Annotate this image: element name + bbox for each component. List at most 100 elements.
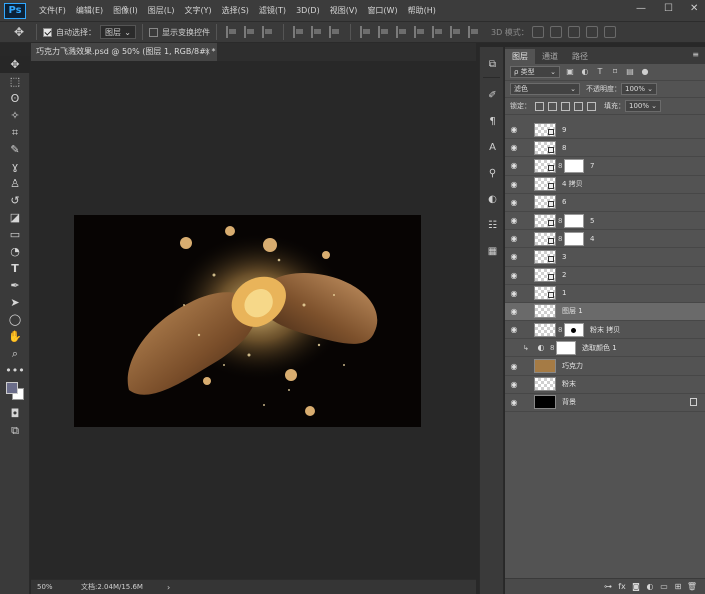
type-tool-icon[interactable]: T xyxy=(0,260,30,277)
menu-help[interactable]: 帮助(H) xyxy=(403,5,441,16)
layer-row[interactable]: ◉ 6 xyxy=(505,194,705,212)
eraser-tool-icon[interactable]: ◪ xyxy=(0,209,30,226)
adjustments-panel-icon[interactable]: ◐ xyxy=(480,190,505,208)
3d-pan-icon[interactable] xyxy=(567,26,580,38)
distribute-top-icon[interactable] xyxy=(360,26,372,38)
zoom-tool-icon[interactable]: ⌕ xyxy=(0,345,30,362)
filter-pixel-icon[interactable]: ▣ xyxy=(565,67,575,77)
layer-mask-thumbnail[interactable] xyxy=(564,231,584,246)
align-top-icon[interactable] xyxy=(226,26,238,38)
layer-row[interactable]: ↳ ◐ 8 选取颜色 1 xyxy=(505,339,705,358)
layer-row[interactable]: ◉ 1 xyxy=(505,285,705,303)
dodge-tool-icon[interactable]: ◔ xyxy=(0,243,30,260)
layer-mask-thumbnail[interactable] xyxy=(564,158,584,173)
eyedropper-tool-icon[interactable]: ✎ xyxy=(0,141,30,158)
properties-panel-icon[interactable]: ⚲ xyxy=(480,164,505,182)
layer-thumbnail[interactable] xyxy=(534,177,556,192)
tab-channels[interactable]: 通道 xyxy=(535,49,565,64)
align-bottom-icon[interactable] xyxy=(262,26,274,38)
align-left-icon[interactable] xyxy=(293,26,305,38)
menu-3d[interactable]: 3D(D) xyxy=(291,6,325,15)
history-brush-tool-icon[interactable]: ↺ xyxy=(0,192,30,209)
layer-row[interactable]: ◉ 8 粉末 拷贝 xyxy=(505,321,705,340)
adjustment-layer-icon[interactable]: ◐ xyxy=(534,341,548,355)
fx-icon[interactable]: fx xyxy=(615,582,629,591)
paragraph-panel-icon[interactable]: ¶ xyxy=(480,112,505,130)
layer-name[interactable]: 粉末 拷贝 xyxy=(590,325,620,335)
link-icon[interactable]: ⊶ xyxy=(601,582,615,591)
visibility-eye-icon[interactable]: ◉ xyxy=(505,362,523,371)
lasso-tool-icon[interactable]: ʘ xyxy=(0,90,30,107)
menu-edit[interactable]: 编辑(E) xyxy=(71,5,108,16)
layer-thumbnail[interactable] xyxy=(534,231,556,246)
layer-thumbnail[interactable] xyxy=(534,249,556,264)
layer-thumbnail[interactable] xyxy=(534,268,556,283)
visibility-eye-icon[interactable]: ◉ xyxy=(505,143,523,152)
3d-rotate-icon[interactable] xyxy=(531,26,544,38)
blend-mode-dropdown[interactable]: 滤色 ⌄ xyxy=(510,83,580,95)
add-mask-icon[interactable]: ◙ xyxy=(629,582,643,591)
layer-name[interactable]: 巧克力 xyxy=(562,361,583,371)
align-hcenter-icon[interactable] xyxy=(311,26,323,38)
magic-wand-tool-icon[interactable]: ✧ xyxy=(0,107,30,124)
layer-row[interactable]: ◉ 背景 xyxy=(505,394,705,412)
quick-mask-icon[interactable]: ◘ xyxy=(0,405,30,422)
layer-mask-thumbnail[interactable] xyxy=(556,340,576,355)
align-vcenter-icon[interactable] xyxy=(244,26,256,38)
align-right-icon[interactable] xyxy=(329,26,341,38)
opacity-input[interactable]: 100% ⌄ xyxy=(621,83,657,95)
layer-mask-thumbnail[interactable] xyxy=(564,213,584,228)
visibility-eye-icon[interactable]: ◉ xyxy=(505,271,523,280)
layer-name[interactable]: 6 xyxy=(562,198,566,206)
layer-thumbnail[interactable] xyxy=(534,140,556,155)
path-select-tool-icon[interactable]: ➤ xyxy=(0,294,30,311)
3d-slide-icon[interactable] xyxy=(585,26,598,38)
move-tool-icon[interactable]: ✥ xyxy=(8,23,30,41)
visibility-eye-icon[interactable]: ◉ xyxy=(505,234,523,243)
distribute-left-icon[interactable] xyxy=(414,26,426,38)
layer-name[interactable]: 7 xyxy=(590,162,594,170)
3d-roll-icon[interactable] xyxy=(549,26,562,38)
new-layer-icon[interactable]: ⊞ xyxy=(671,582,685,591)
layer-thumbnail[interactable] xyxy=(534,359,556,374)
close-window-button[interactable]: ✕ xyxy=(690,3,698,14)
close-document-icon[interactable]: × xyxy=(204,43,211,61)
distribute-vcenter-icon[interactable] xyxy=(378,26,390,38)
filter-shape-icon[interactable]: ⌑ xyxy=(610,67,620,77)
trash-icon[interactable]: 🗑 xyxy=(685,582,699,591)
menu-select[interactable]: 选择(S) xyxy=(217,5,254,16)
layer-name[interactable]: 3 xyxy=(562,253,566,261)
visibility-eye-icon[interactable]: ◉ xyxy=(505,398,523,407)
visibility-eye-icon[interactable]: ◉ xyxy=(505,216,523,225)
maximize-button[interactable]: ☐ xyxy=(664,3,673,14)
distribute-hcenter-icon[interactable] xyxy=(432,26,444,38)
layer-thumbnail[interactable] xyxy=(534,158,556,173)
panel-menu-icon[interactable]: ≡ xyxy=(692,50,699,59)
layer-thumbnail[interactable] xyxy=(534,377,556,392)
layer-row[interactable]: ◉ 4 拷贝 xyxy=(505,176,705,194)
visibility-eye-icon[interactable]: ◉ xyxy=(505,380,523,389)
character-panel-icon[interactable]: A xyxy=(480,138,505,156)
visibility-eye-icon[interactable]: ◉ xyxy=(505,325,523,334)
more-tools-icon[interactable]: ••• xyxy=(0,362,30,379)
shape-tool-icon[interactable]: ◯ xyxy=(0,311,30,328)
adjustment-icon[interactable]: ◐ xyxy=(643,582,657,591)
layer-row[interactable]: ◉ 图层 1 xyxy=(505,302,705,322)
layer-thumbnail[interactable] xyxy=(534,322,556,337)
swatches-panel-icon[interactable]: ▦ xyxy=(480,242,505,260)
document-canvas[interactable] xyxy=(74,215,421,427)
layer-row[interactable]: ◉ 巧克力 xyxy=(505,357,705,376)
layer-row[interactable]: ◉ 8 7 xyxy=(505,157,705,176)
filter-type-icon[interactable]: T xyxy=(595,67,605,77)
layer-thumbnail[interactable] xyxy=(534,213,556,228)
menu-view[interactable]: 视图(V) xyxy=(325,5,363,16)
menu-window[interactable]: 窗口(W) xyxy=(362,5,402,16)
visibility-eye-icon[interactable]: ◉ xyxy=(505,125,523,134)
layer-name[interactable]: 背景 xyxy=(562,397,576,407)
menu-filter[interactable]: 滤镜(T) xyxy=(254,5,291,16)
layer-thumbnail[interactable] xyxy=(534,195,556,210)
layer-row[interactable]: ◉ 8 xyxy=(505,139,705,158)
brush-presets-icon[interactable]: ✐ xyxy=(480,86,505,104)
crop-tool-icon[interactable]: ⌗ xyxy=(0,124,30,141)
visibility-eye-icon[interactable]: ◉ xyxy=(505,180,523,189)
